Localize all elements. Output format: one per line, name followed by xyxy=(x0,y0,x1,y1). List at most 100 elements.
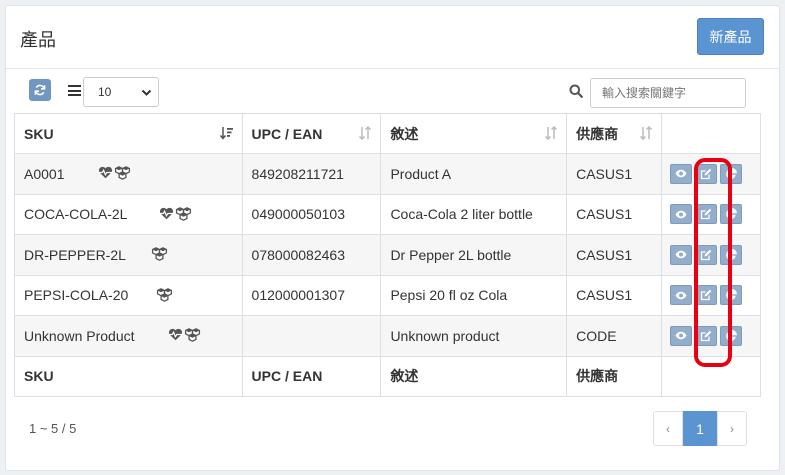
view-button[interactable] xyxy=(670,204,692,225)
eye-icon xyxy=(675,210,687,218)
view-button[interactable] xyxy=(670,163,692,184)
heartbeat-icon xyxy=(98,166,113,183)
actions-cell xyxy=(661,274,761,316)
sku-status-icons xyxy=(159,206,192,224)
sku-value: DR-PEPPER-2L xyxy=(24,246,126,263)
upc-cell: 849208211721 xyxy=(241,153,382,195)
column-header-vendor[interactable]: 供應商 xyxy=(566,113,662,154)
vendor-cell: CODE xyxy=(566,315,662,357)
stats-button[interactable] xyxy=(720,244,742,265)
edit-icon xyxy=(700,208,712,220)
actions-cell xyxy=(661,153,761,195)
footer-actions xyxy=(661,355,761,397)
table-row: A0001 849208211721 Product A CASUS1 xyxy=(14,153,761,195)
sku-value: PEPSI-COLA-20 xyxy=(24,287,129,304)
sort-icon xyxy=(545,126,558,140)
upc-cell: 049000050103 xyxy=(241,193,382,235)
chevron-down-icon xyxy=(141,89,152,96)
footer-upc: UPC / EAN xyxy=(241,355,382,397)
edit-button[interactable] xyxy=(695,244,717,265)
pie-chart-icon xyxy=(726,208,737,220)
page-1-button[interactable]: 1 xyxy=(683,411,717,446)
sku-cell: PEPSI-COLA-20 xyxy=(14,274,243,316)
search-input[interactable] xyxy=(590,78,746,108)
products-table: SKU UPC / EAN 敘述 供應商 A0001 849208211721 Pr… xyxy=(14,113,761,397)
actions-cell xyxy=(661,315,761,357)
prev-page-button[interactable]: ‹ xyxy=(653,411,683,446)
description-cell: Dr Pepper 2L bottle xyxy=(380,234,568,276)
edit-icon xyxy=(700,168,712,179)
table-row: COCA-COLA-2L 049000050103 Coca-Cola 2 lite… xyxy=(14,193,761,235)
sort-icon xyxy=(639,126,653,140)
list-icon xyxy=(68,85,81,96)
description-cell: Product A xyxy=(380,153,568,195)
table-row: Unknown Product Unknown product CODE xyxy=(14,315,761,357)
pie-chart-icon xyxy=(726,167,737,179)
footer-sku: SKU xyxy=(14,355,243,397)
edit-icon xyxy=(700,249,712,260)
cubes-icon xyxy=(151,247,168,264)
sku-status-icons xyxy=(168,328,201,345)
footer-vendor: 供應商 xyxy=(566,355,662,397)
cubes-icon xyxy=(175,206,192,224)
description-cell: Coca-Cola 2 liter bottle xyxy=(380,193,568,235)
sku-cell: COCA-COLA-2L xyxy=(14,193,243,235)
eye-icon xyxy=(675,251,687,259)
pie-chart-icon xyxy=(726,289,737,301)
sort-descending-icon xyxy=(219,127,233,140)
pie-chart-icon xyxy=(726,329,737,341)
stats-button[interactable] xyxy=(720,285,742,306)
upc-cell: 012000001307 xyxy=(241,274,382,316)
eye-icon xyxy=(675,170,687,178)
vendor-cell: CASUS1 xyxy=(566,234,662,276)
column-header-sku[interactable]: SKU xyxy=(14,113,243,154)
edit-icon xyxy=(700,289,712,301)
eye-icon xyxy=(675,291,687,299)
page-size-select[interactable]: 10 xyxy=(83,77,159,107)
column-header-upc[interactable]: UPC / EAN xyxy=(241,113,382,154)
vendor-cell: CASUS1 xyxy=(566,193,662,235)
table-toolbar: 10 xyxy=(0,64,785,116)
cubes-icon xyxy=(184,328,201,345)
sku-cell: Unknown Product xyxy=(14,315,243,357)
pagination: ‹ 1 › xyxy=(653,411,747,446)
next-page-button[interactable]: › xyxy=(717,411,747,446)
edit-button[interactable] xyxy=(695,204,717,225)
sku-status-icons xyxy=(151,247,168,264)
sku-value: COCA-COLA-2L xyxy=(24,206,128,223)
heartbeat-icon xyxy=(168,328,183,345)
table-row: DR-PEPPER-2L 078000082463 Dr Pepper 2L bot… xyxy=(14,234,761,276)
footer-description: 敘述 xyxy=(380,355,568,397)
stats-button[interactable] xyxy=(720,163,742,184)
upc-cell xyxy=(241,315,382,357)
cubes-icon xyxy=(156,287,173,305)
sku-cell: A0001 xyxy=(14,153,243,195)
sku-status-icons xyxy=(98,166,131,183)
view-button[interactable] xyxy=(670,325,692,346)
edit-button[interactable] xyxy=(695,285,717,306)
page-title: 產品 xyxy=(20,30,56,51)
refresh-button[interactable] xyxy=(29,79,51,101)
table-row: PEPSI-COLA-20 012000001307 Pepsi 20 fl oz … xyxy=(14,274,761,316)
stats-button[interactable] xyxy=(720,325,742,346)
description-cell: Pepsi 20 fl oz Cola xyxy=(380,274,568,316)
edit-button[interactable] xyxy=(695,325,717,346)
stats-button[interactable] xyxy=(720,204,742,225)
edit-button[interactable] xyxy=(695,163,717,184)
upc-cell: 078000082463 xyxy=(241,234,382,276)
cubes-icon xyxy=(114,166,131,183)
view-button[interactable] xyxy=(670,244,692,265)
view-button[interactable] xyxy=(670,285,692,306)
column-header-description[interactable]: 敘述 xyxy=(380,113,568,154)
new-product-button[interactable]: 新產品 xyxy=(697,18,764,55)
sku-status-icons xyxy=(156,287,173,305)
eye-icon xyxy=(675,332,687,340)
page-size-value: 10 xyxy=(98,85,112,99)
actions-cell xyxy=(661,193,761,235)
heartbeat-icon xyxy=(159,207,174,224)
vendor-cell: CASUS1 xyxy=(566,274,662,316)
description-cell: Unknown product xyxy=(380,315,568,357)
sku-value: A0001 xyxy=(24,165,65,182)
refresh-icon xyxy=(34,84,46,96)
column-header-actions xyxy=(661,113,761,154)
